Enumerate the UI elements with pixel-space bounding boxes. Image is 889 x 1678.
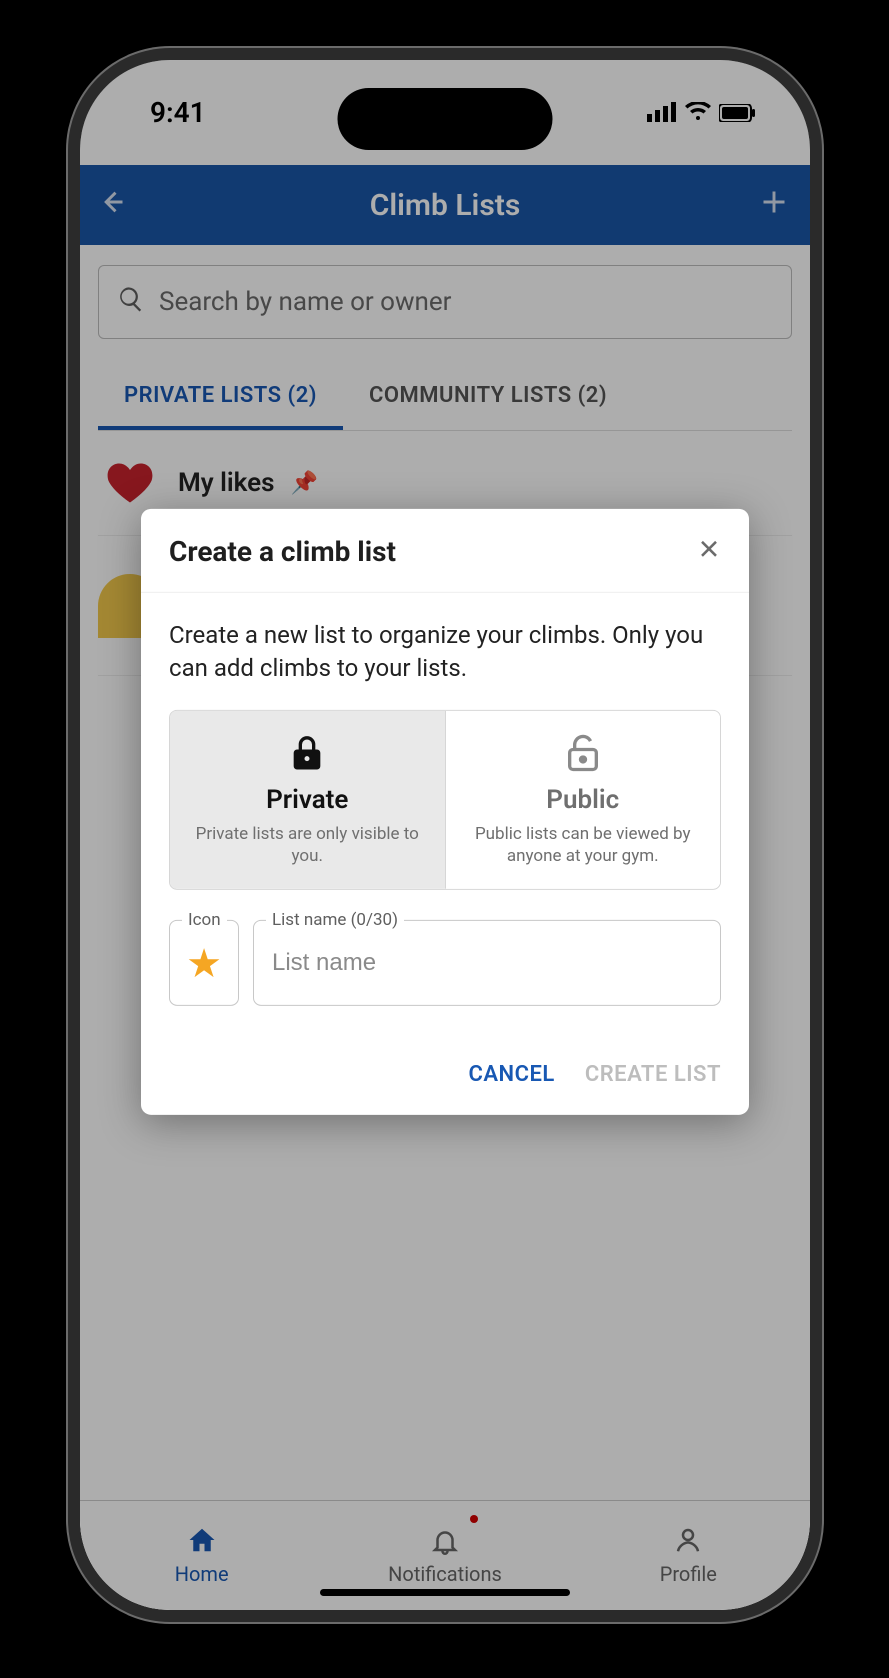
visibility-toggle: Private Private lists are only visible t… [169,710,721,890]
create-list-button[interactable]: CREATE LIST [585,1062,721,1087]
modal-body: Create a new list to organize your climb… [141,593,749,1028]
option-private-subtitle: Private lists are only visible to you. [184,823,431,867]
star-icon: ★ [186,939,222,986]
list-name-input[interactable] [272,949,702,977]
modal-description: Create a new list to organize your climb… [169,619,721,686]
lock-closed-icon [287,758,327,777]
create-list-modal: Create a climb list Create a new list to… [141,509,749,1115]
option-public[interactable]: Public Public lists can be viewed by any… [445,711,721,889]
icon-field-label: Icon [182,910,227,930]
modal-header: Create a climb list [141,509,749,593]
list-name-field[interactable]: List name (0/30) [253,920,721,1006]
option-private[interactable]: Private Private lists are only visible t… [170,711,445,889]
option-private-title: Private [184,785,431,815]
option-public-title: Public [460,785,707,815]
modal-title: Create a climb list [169,535,396,568]
lock-open-icon [563,758,603,777]
cancel-button[interactable]: CANCEL [468,1062,554,1087]
name-field-label: List name (0/30) [266,910,404,930]
phone-frame: 9:41 Climb Lists Search by [80,60,810,1610]
modal-actions: CANCEL CREATE LIST [141,1028,749,1115]
close-icon[interactable] [697,535,721,568]
icon-picker[interactable]: Icon ★ [169,920,239,1006]
option-public-subtitle: Public lists can be viewed by anyone at … [460,823,707,867]
